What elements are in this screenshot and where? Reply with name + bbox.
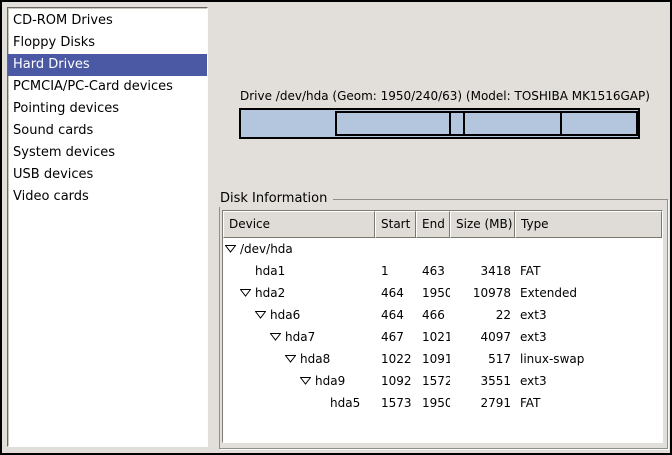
tree-indent — [223, 381, 300, 382]
sidebar-item-pcmcia-pc-card-devices[interactable]: PCMCIA/PC-Card devices — [8, 76, 207, 98]
start-value: 1022 — [375, 348, 416, 370]
header-type[interactable]: Type — [515, 211, 662, 238]
disk-table: Device Start End Size (MB) Type /dev/hda… — [222, 210, 663, 443]
table-body: /dev/hdahda114633418FAThda2464195010978E… — [223, 238, 662, 414]
header-size[interactable]: Size (MB) — [450, 211, 515, 238]
type-value: linux-swap — [515, 348, 662, 370]
table-header: Device Start End Size (MB) Type — [223, 211, 662, 238]
start-value: 1 — [375, 260, 416, 282]
sidebar-item-usb-devices[interactable]: USB devices — [8, 164, 207, 186]
header-end[interactable]: End — [416, 211, 450, 238]
device-label: hda6 — [270, 304, 300, 326]
start-value — [375, 238, 416, 260]
partition-divider — [560, 113, 562, 134]
expander-down-icon[interactable] — [225, 245, 236, 253]
expander-down-icon[interactable] — [300, 377, 311, 385]
tree-indent — [223, 359, 285, 360]
partition-divider — [463, 113, 465, 134]
size-value: 4097 — [450, 326, 515, 348]
end-value: 463 — [416, 260, 450, 282]
table-row-hda5[interactable]: hda5 157319502791FAT — [223, 392, 662, 414]
device-label: hda8 — [300, 348, 330, 370]
size-value: 10978 — [450, 282, 515, 304]
hardware-browser-window: { "colors": { "window_bg": "#e2dfda", "s… — [0, 0, 672, 455]
tree-indent — [223, 293, 240, 294]
end-value — [416, 238, 450, 260]
table-row-hda6[interactable]: hda6 46446622ext3 — [223, 304, 662, 326]
partition-divider — [449, 113, 451, 134]
device-label: hda2 — [255, 282, 285, 304]
tree-indent — [223, 271, 255, 272]
sidebar-item-system-devices[interactable]: System devices — [8, 142, 207, 164]
start-value: 1092 — [375, 370, 416, 392]
expander-down-icon[interactable] — [255, 311, 266, 319]
table-row-hda2[interactable]: hda2 464195010978Extended — [223, 282, 662, 304]
disk-information-groupbox: Disk Information Device Start End Size (… — [219, 199, 668, 449]
table-row-hda8[interactable]: hda8 10221091517linux-swap — [223, 348, 662, 370]
type-value: ext3 — [515, 304, 662, 326]
end-value: 1021 — [416, 326, 450, 348]
type-value: Extended — [515, 282, 662, 304]
partition-bar — [239, 108, 640, 139]
size-value: 517 — [450, 348, 515, 370]
expander-down-icon[interactable] — [240, 289, 251, 297]
expander-down-icon[interactable] — [270, 333, 281, 341]
tree-indent — [223, 315, 255, 316]
extended-partition-region — [335, 111, 638, 136]
expander-down-icon[interactable] — [285, 355, 296, 363]
tree-indent — [223, 337, 270, 338]
device-label: hda9 — [315, 370, 345, 392]
end-value: 466 — [416, 304, 450, 326]
device-label: hda7 — [285, 326, 315, 348]
table-row-hda9[interactable]: hda9 109215723551ext3 — [223, 370, 662, 392]
sidebar-item-sound-cards[interactable]: Sound cards — [8, 120, 207, 142]
type-value: ext3 — [515, 370, 662, 392]
table-row-hda7[interactable]: hda7 46710214097ext3 — [223, 326, 662, 348]
size-value: 3551 — [450, 370, 515, 392]
start-value: 1573 — [375, 392, 416, 414]
start-value: 464 — [375, 282, 416, 304]
start-value: 467 — [375, 326, 416, 348]
sidebar-item-hard-drives[interactable]: Hard Drives — [8, 54, 207, 76]
size-value: 3418 — [450, 260, 515, 282]
type-value: FAT — [515, 392, 662, 414]
groupbox-title: Disk Information — [219, 191, 333, 207]
drive-heading: Drive /dev/hda (Geom: 1950/240/63) (Mode… — [240, 89, 650, 103]
type-value: FAT — [515, 260, 662, 282]
size-value — [450, 238, 515, 260]
sidebar-item-pointing-devices[interactable]: Pointing devices — [8, 98, 207, 120]
end-value: 1950 — [416, 282, 450, 304]
end-value: 1572 — [416, 370, 450, 392]
header-start[interactable]: Start — [375, 211, 416, 238]
type-value: ext3 — [515, 326, 662, 348]
sidebar-item-floppy-disks[interactable]: Floppy Disks — [8, 32, 207, 54]
device-label: hda1 — [255, 260, 285, 282]
sidebar-item-cd-rom-drives[interactable]: CD-ROM Drives — [8, 10, 207, 32]
size-value: 22 — [450, 304, 515, 326]
device-label: /dev/hda — [240, 238, 293, 260]
device-label: hda5 — [330, 392, 360, 414]
table-row-dev-hda[interactable]: /dev/hda — [223, 238, 662, 260]
end-value: 1950 — [416, 392, 450, 414]
type-value — [515, 238, 662, 260]
size-value: 2791 — [450, 392, 515, 414]
sidebar-item-video-cards[interactable]: Video cards — [8, 186, 207, 208]
table-row-hda1[interactable]: hda1 14633418FAT — [223, 260, 662, 282]
device-category-list: CD-ROM DrivesFloppy DisksHard DrivesPCMC… — [7, 7, 208, 447]
end-value: 1091 — [416, 348, 450, 370]
tree-indent — [223, 403, 330, 404]
start-value: 464 — [375, 304, 416, 326]
header-device[interactable]: Device — [223, 211, 375, 238]
